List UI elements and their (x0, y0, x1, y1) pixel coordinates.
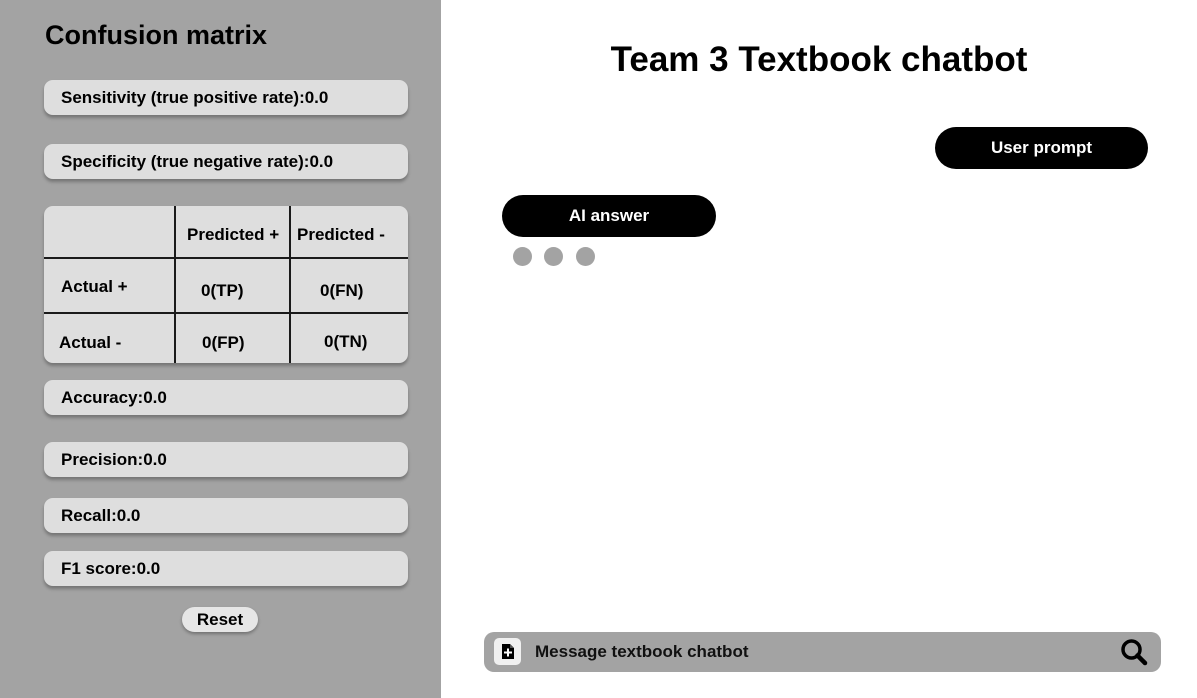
sidebar: Confusion matrix Sensitivity (true posit… (0, 0, 441, 698)
confusion-matrix-table: Predicted + Predicted - Actual + 0(TP) 0… (44, 206, 408, 363)
row-header-actual-positive: Actual + (61, 277, 128, 296)
recall-card: Recall:0.0 (44, 498, 408, 533)
sidebar-title: Confusion matrix (45, 20, 268, 50)
specificity-card: Specificity (true negative rate):0.0 (44, 144, 408, 179)
precision-card: Precision:0.0 (44, 442, 408, 477)
cell-true-negative: 0(TN) (324, 332, 368, 351)
add-document-icon (502, 644, 514, 659)
row-divider (44, 257, 408, 259)
attach-button[interactable] (494, 638, 521, 665)
col-header-predicted-negative: Predicted - (297, 225, 385, 244)
typing-dot (576, 247, 595, 266)
message-input[interactable]: Message textbook chatbot (535, 642, 749, 662)
search-icon (1121, 639, 1148, 666)
ai-answer-bubble: AI answer (502, 195, 716, 237)
col-header-predicted-positive: Predicted + (187, 225, 280, 244)
cell-true-positive: 0(TP) (201, 281, 244, 300)
accuracy-card: Accuracy:0.0 (44, 380, 408, 415)
reset-button[interactable]: Reset (182, 607, 258, 632)
cell-false-positive: 0(FP) (202, 333, 245, 352)
search-button[interactable] (1119, 637, 1149, 667)
typing-dot (513, 247, 532, 266)
f1-score-card: F1 score:0.0 (44, 551, 408, 586)
row-header-actual-negative: Actual - (59, 333, 122, 352)
user-prompt-bubble: User prompt (935, 127, 1148, 169)
message-input-bar[interactable]: Message textbook chatbot (484, 632, 1161, 672)
sensitivity-card: Sensitivity (true positive rate):0.0 (44, 80, 408, 115)
row-divider (44, 312, 408, 314)
column-divider (174, 206, 176, 363)
typing-dot (544, 247, 563, 266)
cell-false-negative: 0(FN) (320, 281, 364, 300)
column-divider (289, 206, 291, 363)
page-title: Team 3 Textbook chatbot (610, 40, 1028, 79)
